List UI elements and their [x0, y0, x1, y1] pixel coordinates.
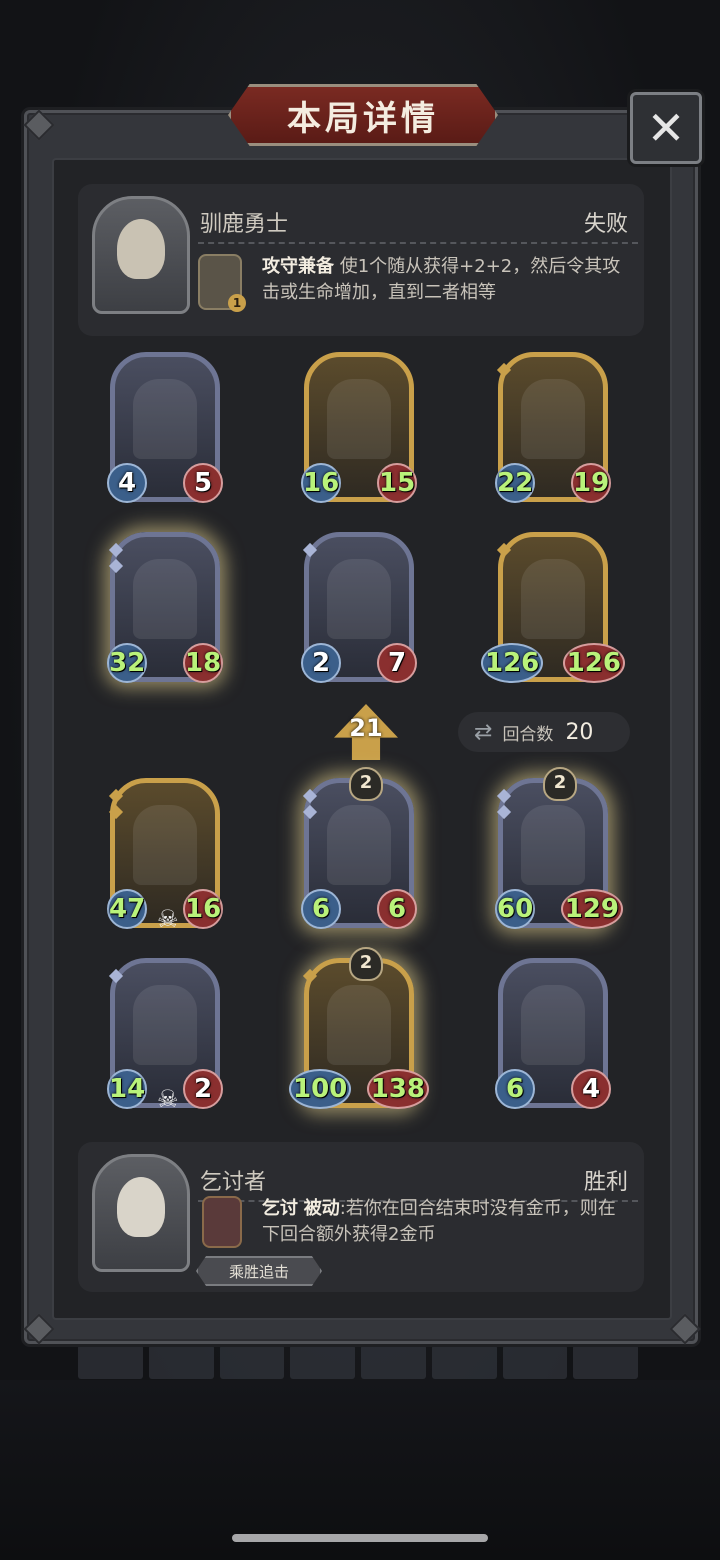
my-unit-5[interactable]: 2 100 138 [289, 947, 429, 1109]
unit-health: 126 [562, 643, 625, 683]
round-counter: ⇄ 回合数 20 [458, 712, 630, 752]
tier-badge: 2 [349, 947, 383, 981]
enemy-unit-2[interactable]: 16 15 [301, 352, 417, 503]
skull-icon: ☠ [157, 1085, 179, 1113]
enemy-hero-result: 失败 [583, 212, 628, 237]
unit-health: 5 [183, 463, 223, 503]
enemy-hero-portrait[interactable] [92, 196, 190, 314]
gem-icon [108, 558, 124, 574]
unit-health: 129 [560, 889, 623, 929]
my-hero-name: 乞讨者 [200, 1170, 267, 1195]
close-button[interactable]: ✕ [630, 92, 702, 164]
skull-icon: ☠ [157, 905, 179, 933]
unit-attack: 14 [107, 1069, 147, 1109]
my-unit-2[interactable]: 2 6 6 [301, 767, 417, 929]
my-hero-result: 胜利 [583, 1170, 628, 1195]
hero-power-icon[interactable]: 1 [198, 254, 246, 312]
unit-health: 18 [183, 643, 223, 683]
enemy-unit-4[interactable]: 32 18 [107, 532, 223, 683]
background-bottom [0, 1380, 720, 1560]
hero-power-text: 乞讨 被动:若你在回合结束时没有金币，则在下回合额外获得2金币 [262, 1196, 632, 1248]
unit-health: 2 [183, 1069, 223, 1109]
tier-badge: 2 [543, 767, 577, 801]
unit-attack: 4 [107, 463, 147, 503]
home-indicator[interactable] [232, 1534, 488, 1542]
unit-attack: 6 [495, 1069, 535, 1109]
enemy-unit-5[interactable]: 2 7 [301, 532, 417, 683]
unit-attack: 47 [107, 889, 147, 929]
round-value: 20 [565, 719, 594, 745]
close-icon: ✕ [646, 101, 686, 155]
unit-health: 19 [571, 463, 611, 503]
unit-attack: 2 [301, 643, 341, 683]
unit-attack: 16 [301, 463, 341, 503]
my-hero-card: 乞讨者 胜利 乞讨 被动:若你在回合结束时没有金币，则在下回合额外获得2金币 乘… [78, 1142, 644, 1292]
refresh-icon: ⇄ [474, 719, 493, 745]
tier-badge: 2 [349, 767, 383, 801]
hero-power-level: 1 [228, 294, 246, 312]
my-unit-3[interactable]: 2 60 129 [495, 767, 623, 929]
page-title: 本局详情 [287, 98, 439, 139]
unit-attack: 60 [495, 889, 535, 929]
unit-health: 15 [377, 463, 417, 503]
unit-attack: 22 [495, 463, 535, 503]
hero-power-text: 攻守兼备 使1个随从获得+2+2，然后令其攻击或生命增加，直到二者相等 [262, 254, 632, 306]
my-hero-portrait[interactable] [92, 1154, 190, 1272]
unit-health: 7 [377, 643, 417, 683]
enemy-unit-1[interactable]: 4 5 [107, 352, 223, 503]
gem-icon [496, 804, 512, 820]
unit-health: 6 [377, 889, 417, 929]
unit-health: 4 [571, 1069, 611, 1109]
enemy-hero-name: 驯鹿勇士 [200, 212, 289, 237]
hero-power-type: 被动 [303, 1198, 340, 1219]
my-unit-6[interactable]: 6 4 [495, 958, 611, 1109]
unit-attack: 32 [107, 643, 147, 683]
enemy-hero-card: 驯鹿勇士 失败 1 攻守兼备 使1个随从获得+2+2，然后令其攻击或生命增加，直… [78, 184, 644, 336]
my-unit-1[interactable]: 47 16 ☠ [107, 778, 223, 933]
unit-health: 138 [366, 1069, 429, 1109]
unit-health: 16 [183, 889, 223, 929]
attack-arrow-value: 21 [349, 714, 383, 742]
hero-power-name: 攻守兼备 [262, 256, 334, 277]
background-unit-strip [78, 1345, 638, 1379]
hero-power-icon[interactable] [202, 1196, 242, 1248]
unit-attack: 6 [301, 889, 341, 929]
enemy-unit-6[interactable]: 126 126 [481, 532, 625, 683]
round-label: 回合数 [502, 724, 554, 745]
unit-attack: 100 [289, 1069, 352, 1109]
streak-tag[interactable]: 乘胜追击 [196, 1256, 322, 1286]
unit-attack: 126 [481, 643, 544, 683]
enemy-unit-3[interactable]: 22 19 [495, 352, 611, 503]
gem-icon [108, 804, 124, 820]
my-unit-4[interactable]: 14 2 ☠ [107, 958, 223, 1113]
gem-icon [302, 804, 318, 820]
title-banner: 本局详情 [228, 84, 498, 146]
divider [198, 242, 638, 244]
hero-power-name: 乞讨 [262, 1198, 298, 1219]
